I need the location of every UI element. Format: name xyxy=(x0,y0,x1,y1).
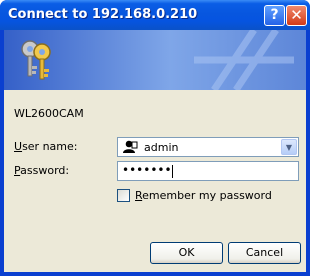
help-button[interactable]: ? xyxy=(264,5,285,26)
keys-icon xyxy=(21,40,51,80)
remember-password-checkbox[interactable] xyxy=(117,189,130,202)
password-label: Password: xyxy=(14,164,70,177)
banner-decoration xyxy=(194,30,294,90)
remember-password-label[interactable]: Remember my password xyxy=(135,189,272,202)
username-label: User name: xyxy=(14,140,78,153)
ok-button[interactable]: OK xyxy=(150,242,223,264)
login-dialog-window: Connect to 192.168.0.210 ? ✕ WL2600CAM U… xyxy=(0,0,310,276)
close-button[interactable]: ✕ xyxy=(286,5,307,26)
window-title: Connect to 192.168.0.210 xyxy=(8,7,198,22)
dialog-body: WL2600CAM User name: admin ▼ Password: •… xyxy=(4,30,306,272)
password-value: ••••••• xyxy=(122,163,172,177)
window-bottom-frame xyxy=(0,272,310,276)
username-value: admin xyxy=(144,141,179,154)
text-caret xyxy=(172,165,173,178)
password-field[interactable]: ••••••• xyxy=(117,161,299,181)
title-bar[interactable]: Connect to 192.168.0.210 ? ✕ xyxy=(0,0,310,30)
user-icon xyxy=(123,140,138,153)
cancel-button[interactable]: Cancel xyxy=(228,242,301,264)
username-combobox[interactable]: admin ▼ xyxy=(117,137,299,157)
site-name: WL2600CAM xyxy=(14,107,84,120)
dialog-banner xyxy=(4,30,306,90)
chevron-down-icon[interactable]: ▼ xyxy=(281,139,297,155)
